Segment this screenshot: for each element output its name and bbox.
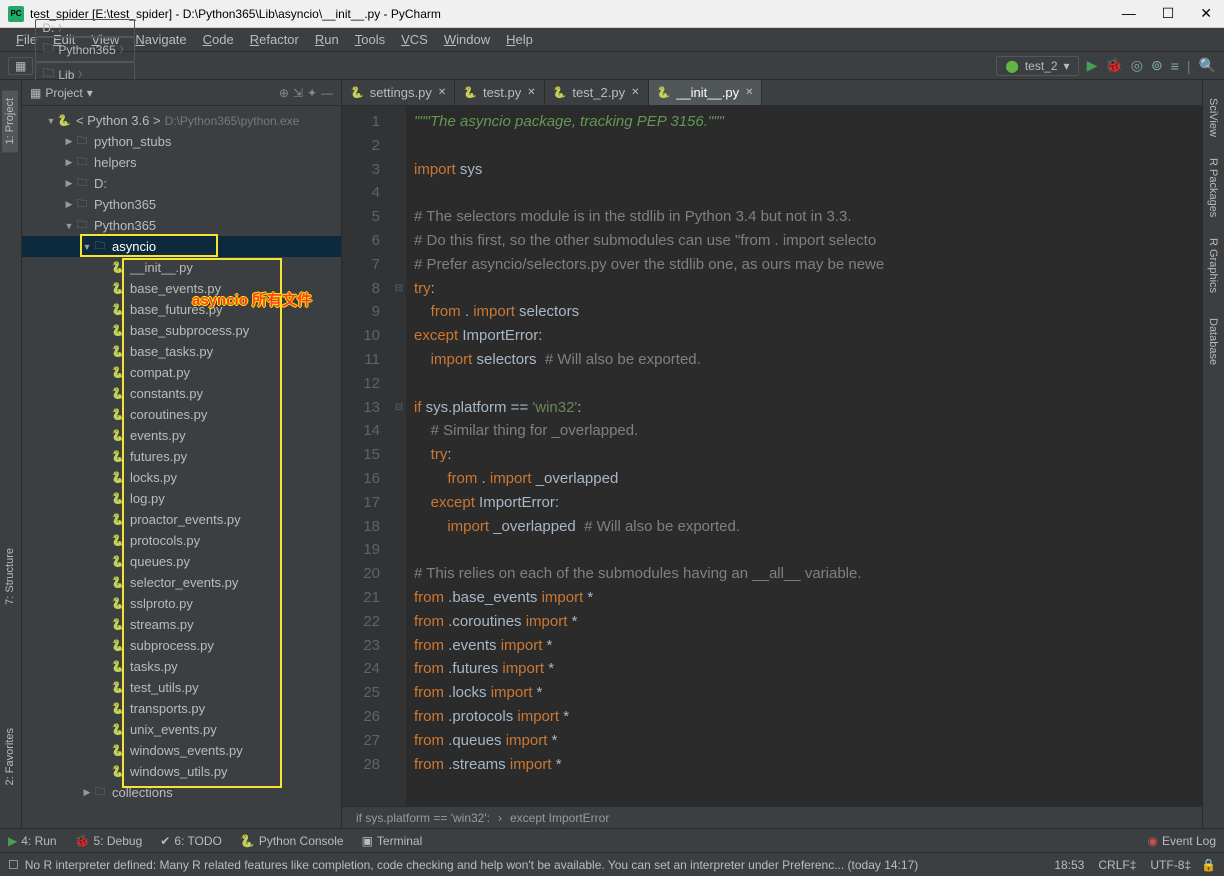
tree-item[interactable]: 🐍compat.py bbox=[22, 362, 341, 383]
close-button[interactable]: ✕ bbox=[1196, 5, 1216, 22]
tree-item[interactable]: 🐍base_events.py bbox=[22, 278, 341, 299]
editor-area: 🐍settings.py✕🐍test.py✕🐍test_2.py✕🐍__init… bbox=[342, 80, 1202, 828]
right-gutter: SciView R Packages R Graphics Database bbox=[1202, 80, 1224, 828]
window-title: test_spider [E:\test_spider] - D:\Python… bbox=[30, 7, 1118, 21]
tree-item[interactable]: 🐍coroutines.py bbox=[22, 404, 341, 425]
editor-tab[interactable]: 🐍test.py✕ bbox=[455, 80, 544, 105]
settings-icon[interactable]: ✦ bbox=[307, 86, 317, 100]
tree-item[interactable]: 🐍tasks.py bbox=[22, 656, 341, 677]
hide-panel-icon[interactable]: — bbox=[321, 86, 333, 100]
profiler-button[interactable]: ⊚ bbox=[1151, 57, 1163, 74]
tree-item[interactable]: ▼🗀Python365 bbox=[22, 215, 341, 236]
right-tab-rgraphics[interactable]: R Graphics bbox=[1205, 230, 1221, 301]
tree-item[interactable]: 🐍selector_events.py bbox=[22, 572, 341, 593]
tool-debug[interactable]: 🐞5: Debug bbox=[75, 834, 143, 848]
tree-item[interactable]: 🐍queues.py bbox=[22, 551, 341, 572]
tree-item[interactable]: 🐍unix_events.py bbox=[22, 719, 341, 740]
tree-item[interactable]: 🐍futures.py bbox=[22, 446, 341, 467]
status-message: No R interpreter defined: Many R related… bbox=[25, 858, 1041, 872]
tree-item[interactable]: ▶🗀D: bbox=[22, 173, 341, 194]
tree-item[interactable]: ▶🗀collections bbox=[22, 782, 341, 803]
tree-item[interactable]: 🐍base_subprocess.py bbox=[22, 320, 341, 341]
status-position[interactable]: 18:53 bbox=[1054, 858, 1084, 872]
menu-run[interactable]: Run bbox=[307, 30, 347, 49]
debug-button[interactable]: 🐞 bbox=[1105, 57, 1122, 74]
tree-item[interactable]: 🐍locks.py bbox=[22, 467, 341, 488]
editor-tabs: 🐍settings.py✕🐍test.py✕🐍test_2.py✕🐍__init… bbox=[342, 80, 1202, 106]
window-titlebar: PC test_spider [E:\test_spider] - D:\Pyt… bbox=[0, 0, 1224, 28]
tree-item[interactable]: 🐍constants.py bbox=[22, 383, 341, 404]
tool-terminal[interactable]: ▣Terminal bbox=[362, 834, 423, 848]
tree-item[interactable]: 🐍proactor_events.py bbox=[22, 509, 341, 530]
left-tab-project[interactable]: 1: Project bbox=[2, 90, 18, 152]
run-config-dropdown[interactable]: ⬤ test_2 ▾ bbox=[996, 56, 1078, 76]
code-breadcrumb[interactable]: if sys.platform == 'win32': › except Imp… bbox=[342, 806, 1202, 828]
bottom-toolbar: ▶4: Run 🐞5: Debug ✔6: TODO 🐍Python Conso… bbox=[0, 828, 1224, 852]
navbar-module-icon[interactable]: ▦ bbox=[8, 57, 33, 75]
right-tab-sciview[interactable]: SciView bbox=[1205, 90, 1221, 145]
menu-tools[interactable]: Tools bbox=[347, 30, 393, 49]
tree-item[interactable]: 🐍events.py bbox=[22, 425, 341, 446]
left-tab-favorites[interactable]: 2: Favorites bbox=[2, 720, 18, 793]
minimize-button[interactable]: — bbox=[1118, 5, 1140, 22]
tree-item[interactable]: 🐍subprocess.py bbox=[22, 635, 341, 656]
status-encoding[interactable]: UTF-8‡ bbox=[1150, 858, 1191, 872]
tree-item[interactable]: 🐍__init__.py bbox=[22, 257, 341, 278]
menu-help[interactable]: Help bbox=[498, 30, 541, 49]
menu-code[interactable]: Code bbox=[195, 30, 242, 49]
tree-item[interactable]: 🐍log.py bbox=[22, 488, 341, 509]
tree-item[interactable]: ▼🐍< Python 3.6 >D:\Python365\python.exe bbox=[22, 110, 341, 131]
breadcrumb-1[interactable]: 🗀 Python365 〉 bbox=[35, 37, 134, 62]
tree-item[interactable]: ▶🗀Python365 bbox=[22, 194, 341, 215]
navbar: ▦ D: 〉🗀 Python365 〉🗀 Lib 〉🗀 asyncio 〉 ⬤ … bbox=[0, 52, 1224, 80]
project-tree[interactable]: ▼🐍< Python 3.6 >D:\Python365\python.exe▶… bbox=[22, 106, 341, 828]
editor-tab[interactable]: 🐍settings.py✕ bbox=[342, 80, 455, 105]
tree-item[interactable]: 🐍base_futures.py bbox=[22, 299, 341, 320]
breadcrumb-0[interactable]: D: 〉 bbox=[35, 19, 134, 37]
tree-item[interactable]: 🐍protocols.py bbox=[22, 530, 341, 551]
tool-todo[interactable]: ✔6: TODO bbox=[160, 834, 222, 848]
tree-item[interactable]: 🐍windows_utils.py bbox=[22, 761, 341, 782]
coverage-button[interactable]: ◎ bbox=[1131, 57, 1143, 74]
tree-item[interactable]: 🐍transports.py bbox=[22, 698, 341, 719]
line-gutter[interactable]: 1234567891011121314151617181920212223242… bbox=[342, 106, 392, 806]
tree-item[interactable]: 🐍test_utils.py bbox=[22, 677, 341, 698]
editor-tab[interactable]: 🐍__init__.py✕ bbox=[649, 80, 763, 105]
left-tab-structure[interactable]: 7: Structure bbox=[2, 540, 18, 613]
tree-item[interactable]: 🐍streams.py bbox=[22, 614, 341, 635]
tool-run[interactable]: ▶4: Run bbox=[8, 834, 57, 848]
run-button[interactable]: ▶ bbox=[1087, 57, 1098, 74]
menu-window[interactable]: Window bbox=[436, 30, 498, 49]
menu-refactor[interactable]: Refactor bbox=[242, 30, 307, 49]
collapse-all-icon[interactable]: ⊕ bbox=[279, 86, 289, 100]
tree-item[interactable]: 🐍windows_events.py bbox=[22, 740, 341, 761]
maximize-button[interactable]: ☐ bbox=[1158, 5, 1179, 22]
right-tab-rpackages[interactable]: R Packages bbox=[1205, 150, 1221, 225]
search-everywhere-button[interactable]: 🔍 bbox=[1199, 57, 1216, 74]
tree-item[interactable]: ▼🗀asyncio bbox=[22, 236, 341, 257]
menubar: FileEditViewNavigateCodeRefactorRunTools… bbox=[0, 28, 1224, 52]
left-gutter: 1: Project 7: Structure 2: Favorites bbox=[0, 80, 22, 828]
app-icon: PC bbox=[8, 6, 24, 22]
right-tab-database[interactable]: Database bbox=[1205, 310, 1221, 373]
tool-event-log[interactable]: ◉Event Log bbox=[1147, 834, 1216, 848]
lock-icon[interactable]: 🔒 bbox=[1201, 858, 1216, 872]
project-panel-title[interactable]: ▦ Project ▾ bbox=[30, 86, 93, 100]
editor-tab[interactable]: 🐍test_2.py✕ bbox=[545, 80, 649, 105]
menu-vcs[interactable]: VCS bbox=[393, 30, 436, 49]
tree-item[interactable]: ▶🗀python_stubs bbox=[22, 131, 341, 152]
tree-item[interactable]: 🐍base_tasks.py bbox=[22, 341, 341, 362]
run-config-label: test_2 bbox=[1025, 59, 1058, 73]
concurrency-button[interactable]: ≡ bbox=[1171, 58, 1179, 74]
tool-python-console[interactable]: 🐍Python Console bbox=[240, 834, 344, 848]
expand-all-icon[interactable]: ⇲ bbox=[293, 86, 303, 100]
menu-navigate[interactable]: Navigate bbox=[127, 30, 194, 49]
fold-gutter[interactable]: ⊟⊟ bbox=[392, 106, 406, 806]
project-panel: ▦ Project ▾ ⊕ ⇲ ✦ — ▼🐍< Python 3.6 >D:\P… bbox=[22, 80, 342, 828]
tree-item[interactable]: 🐍sslproto.py bbox=[22, 593, 341, 614]
tree-item[interactable]: ▶🗀helpers bbox=[22, 152, 341, 173]
status-eol[interactable]: CRLF‡ bbox=[1098, 858, 1136, 872]
status-icon[interactable]: ☐ bbox=[8, 858, 19, 872]
code-editor[interactable]: """The asyncio package, tracking PEP 315… bbox=[406, 106, 1202, 806]
